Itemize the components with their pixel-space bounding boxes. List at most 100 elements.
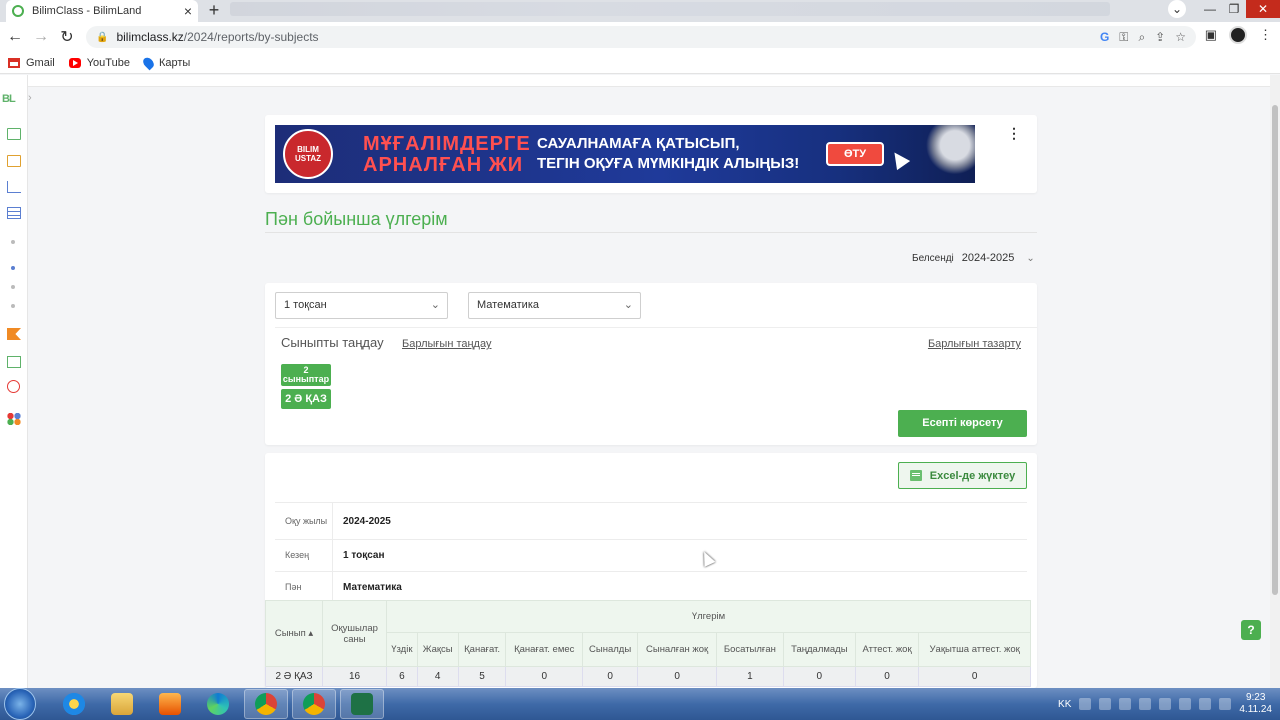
subcol-header: Қанағат. емес	[505, 632, 583, 667]
table-icon[interactable]	[7, 207, 21, 219]
table-cell: 5	[457, 666, 507, 687]
scrollbar-thumb[interactable]	[1272, 105, 1278, 595]
meta-key: Пән	[275, 572, 333, 602]
subcol-header: Таңдалмады	[782, 632, 856, 667]
address-bar[interactable]: 🔒 bilimclass.kz/2024/reports/by-subjects…	[86, 26, 1196, 48]
reload-icon[interactable]: ↻	[54, 27, 80, 47]
arrow-up-icon[interactable]	[1099, 698, 1112, 710]
nav-dot-active[interactable]	[11, 266, 15, 270]
table-cell: 0	[505, 666, 583, 687]
lock-icon[interactable]: 🔒	[96, 32, 108, 43]
back-icon[interactable]: ←	[2, 28, 28, 46]
browser-tab[interactable]: BilimClass - BilimLand ×	[6, 0, 198, 22]
youtube-icon	[68, 57, 81, 68]
nav-dot[interactable]	[11, 285, 15, 289]
page-header	[28, 75, 1270, 87]
id-card-icon[interactable]	[7, 356, 21, 368]
profile-avatar[interactable]	[1229, 26, 1247, 44]
taskbar-ie[interactable]	[52, 689, 96, 719]
expand-sidebar-icon[interactable]: ›	[28, 92, 32, 104]
taskbar-media[interactable]	[148, 689, 192, 719]
page-scrollbar[interactable]	[1270, 75, 1280, 688]
windows-start-button[interactable]	[4, 688, 36, 720]
apps-icon[interactable]	[7, 413, 21, 425]
taskbar-excel[interactable]	[340, 689, 384, 719]
tab-strip: BilimClass - BilimLand × + ⌄ — ❐ ✕	[0, 0, 1280, 22]
teamviewer-icon[interactable]	[1219, 698, 1232, 710]
app-tray-icon[interactable]	[1199, 698, 1212, 710]
chevron-down-icon: ⌄	[1026, 252, 1035, 264]
menu-kebab-icon[interactable]: ⋮	[1259, 27, 1272, 43]
banner-go-button[interactable]: ӨТУ	[826, 142, 884, 166]
period-select-value: 1 тоқсан	[284, 299, 327, 311]
side-panel-icon[interactable]: ▣	[1205, 27, 1217, 43]
new-tab-button[interactable]: +	[204, 1, 224, 21]
bookmark-gmail[interactable]: Gmail	[8, 57, 55, 69]
network-icon[interactable]	[1139, 698, 1152, 710]
banner-menu-icon[interactable]: ⋮	[1007, 125, 1021, 142]
toolbar-right: ▣ ⋮	[1205, 26, 1272, 44]
year-selector[interactable]: Белсенді 2024-2025 ⌄	[912, 252, 1035, 264]
col-class-header[interactable]: Сынып ▴	[265, 600, 323, 667]
robot-illustration	[925, 125, 975, 183]
table-cell: 6	[386, 666, 418, 687]
taskbar-clock[interactable]: 9:23 4.11.24	[1239, 692, 1272, 716]
filter-card: 1 тоқсан ⌄ Математика ⌄ Сыныпты таңдау Б…	[265, 283, 1037, 445]
help-button[interactable]: ?	[1241, 620, 1261, 640]
forward-icon[interactable]: →	[28, 28, 54, 46]
clock-date: 4.11.24	[1239, 704, 1272, 715]
taskbar-chrome-2[interactable]	[292, 689, 336, 719]
subject-select[interactable]: Математика ⌄	[468, 292, 641, 319]
ad-banner[interactable]: BILIM USTAZ МҰҒАЛІМДЕРГЕ АРНАЛҒАН ЖИ САУ…	[275, 125, 975, 183]
google-icon[interactable]: G	[1100, 30, 1109, 45]
chart-icon[interactable]	[7, 181, 21, 193]
taskbar-edge[interactable]	[196, 689, 240, 719]
col-class-label: Сынып	[274, 628, 306, 639]
meta-value: 1 тоқсан	[343, 550, 385, 561]
subcol-header: Үздік	[386, 632, 418, 667]
help-circle-icon[interactable]	[7, 380, 20, 393]
volume-icon[interactable]	[1159, 698, 1172, 710]
taskbar-explorer[interactable]	[100, 689, 144, 719]
close-tab-icon[interactable]: ×	[184, 4, 192, 18]
grade-chip[interactable]: 2 сыныптар	[281, 364, 331, 386]
monitor-icon[interactable]	[7, 128, 21, 140]
table-cell: 0	[918, 666, 1031, 687]
table-cell: 4	[416, 666, 459, 687]
period-select[interactable]: 1 тоқсан ⌄	[275, 292, 448, 319]
taskbar-chrome-1[interactable]	[244, 689, 288, 719]
nav-dot[interactable]	[11, 304, 15, 308]
flag-icon[interactable]	[1119, 698, 1132, 710]
wifi-icon[interactable]	[1179, 698, 1192, 710]
show-report-button[interactable]: Есепті көрсету	[898, 410, 1027, 437]
help-tray-icon[interactable]	[1079, 698, 1092, 710]
folder-icon	[111, 693, 133, 715]
meta-key: Кезең	[275, 540, 333, 571]
tab-search-icon[interactable]: ⌄	[1168, 0, 1186, 18]
minimize-icon[interactable]: —	[1198, 0, 1222, 18]
bilim-ustaz-seal: BILIM USTAZ	[283, 129, 333, 179]
excel-download-button[interactable]: Excel-де жүктеу	[898, 462, 1027, 489]
close-window-icon[interactable]: ✕	[1246, 0, 1280, 18]
clear-all-link[interactable]: Барлығын тазарту	[928, 338, 1021, 350]
bilimland-logo[interactable]: BL	[2, 93, 16, 105]
bookmark-star-icon[interactable]: ☆	[1175, 30, 1186, 45]
key-icon[interactable]: ⚿	[1119, 30, 1128, 45]
share-icon[interactable]: ⇪	[1155, 30, 1165, 45]
language-indicator[interactable]: KK	[1058, 699, 1071, 710]
bookmarks-bar: Gmail YouTube Карты	[0, 52, 1280, 74]
meta-row-period: Кезең 1 тоқсан	[275, 539, 1027, 571]
bilimclass-favicon-icon	[12, 5, 24, 17]
zoom-icon[interactable]: ⌕	[1138, 30, 1145, 45]
gallery-icon[interactable]	[7, 155, 21, 167]
bookmark-youtube[interactable]: YouTube	[68, 57, 130, 69]
table-cell: 16	[322, 666, 387, 687]
omnibox-icons: G ⚿ ⌕ ⇪ ☆	[1100, 30, 1186, 45]
restore-icon[interactable]: ❐	[1222, 0, 1246, 18]
banner-text-2: ТЕГІН ОҚУҒА МҮМКІНДІК АЛЫҢЫЗ!	[537, 155, 800, 172]
select-all-link[interactable]: Барлығын таңдау	[402, 338, 491, 350]
class-chip[interactable]: 2 Ә ҚАЗ	[281, 389, 331, 409]
nav-dot[interactable]	[11, 240, 15, 244]
bookmark-maps[interactable]: Карты	[141, 55, 190, 70]
bookmark-orange-icon[interactable]	[7, 328, 21, 340]
